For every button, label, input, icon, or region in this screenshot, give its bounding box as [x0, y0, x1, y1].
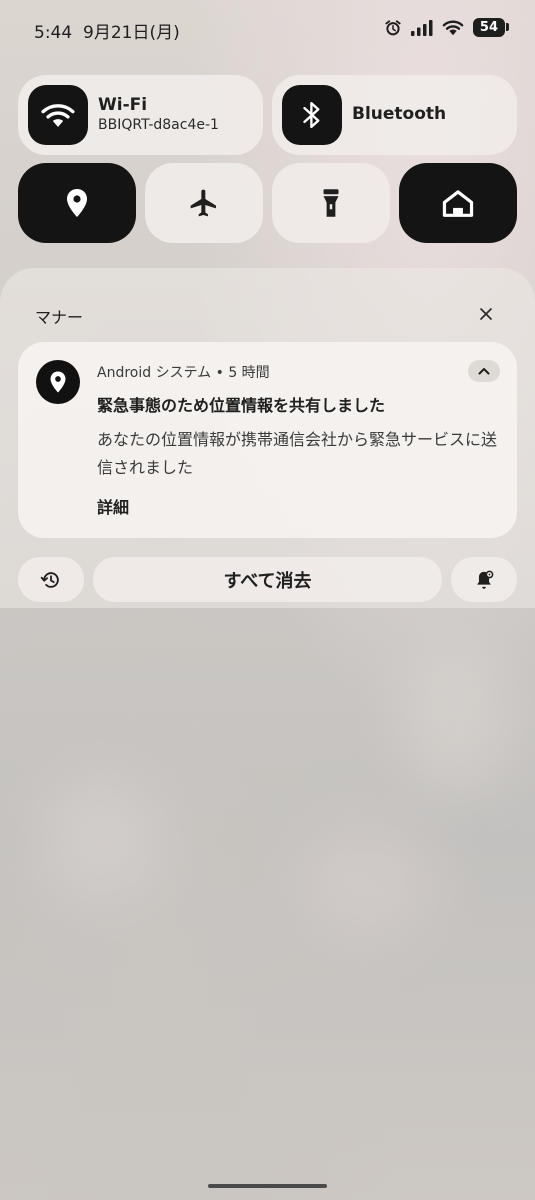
notification-app-meta: Android システム • 5 時間 [97, 365, 270, 381]
status-time-date: 5:44 9月21日(月) [34, 18, 180, 43]
battery-icon: 54 [472, 18, 510, 37]
status-bar: 5:44 9月21日(月) 54 [0, 0, 535, 60]
alarm-icon [385, 19, 401, 35]
notification-card[interactable]: Android システム • 5 時間 緊急事態のため位置情報を共有しました あ… [18, 342, 517, 538]
bluetooth-tile-title: Bluetooth [352, 104, 447, 124]
wifi-tile-title: Wi-Fi [98, 95, 148, 115]
status-time: 5:44 [34, 23, 73, 43]
history-icon [40, 571, 59, 588]
airplane-icon [190, 189, 216, 217]
wifi-icon [41, 104, 75, 128]
home-icon [442, 190, 474, 217]
close-icon [480, 308, 492, 320]
background-blur [40, 780, 160, 900]
notification-settings-icon [477, 570, 494, 589]
airplane-tile[interactable] [145, 163, 263, 243]
bluetooth-tile[interactable]: Bluetooth [272, 75, 517, 155]
notification-settings-button[interactable] [451, 557, 517, 602]
flashlight-icon [323, 189, 339, 217]
notification-body: あなたの位置情報が携帯通信会社から緊急サービスに送信されました [97, 430, 498, 477]
notification-app-icon [36, 360, 80, 404]
status-icons: 54 [384, 18, 510, 37]
signal-icon [410, 19, 433, 36]
clear-all-button[interactable]: すべて消去 [93, 557, 442, 602]
section-label: マナー [35, 308, 84, 327]
notification-details-action[interactable]: 詳細 [97, 494, 129, 518]
home-indicator[interactable] [208, 1184, 327, 1188]
bluetooth-icon [303, 101, 320, 129]
flashlight-tile[interactable] [272, 163, 390, 243]
home-tile[interactable] [399, 163, 517, 243]
wifi-tile-icon-box [28, 85, 88, 145]
dismiss-section-button[interactable] [472, 300, 500, 328]
wifi-icon [442, 20, 464, 36]
clear-all-label: すべて消去 [223, 570, 312, 592]
chevron-up-icon [478, 368, 490, 375]
background-blur [300, 820, 440, 940]
location-pin-icon [67, 189, 87, 217]
wifi-tile[interactable]: Wi-Fi BBIQRT-d8ac4e-1 [18, 75, 263, 155]
location-tile[interactable] [18, 163, 136, 243]
wifi-tile-ssid: BBIQRT-d8ac4e-1 [98, 117, 219, 133]
notification-title: 緊急事態のため位置情報を共有しました [97, 396, 386, 415]
notification-collapse-button[interactable] [468, 360, 500, 382]
location-pin-icon [50, 371, 66, 393]
notification-history-button[interactable] [18, 557, 84, 602]
background-blur [400, 650, 510, 790]
bluetooth-tile-icon-box [282, 85, 342, 145]
status-date: 9月21日(月) [83, 23, 180, 43]
